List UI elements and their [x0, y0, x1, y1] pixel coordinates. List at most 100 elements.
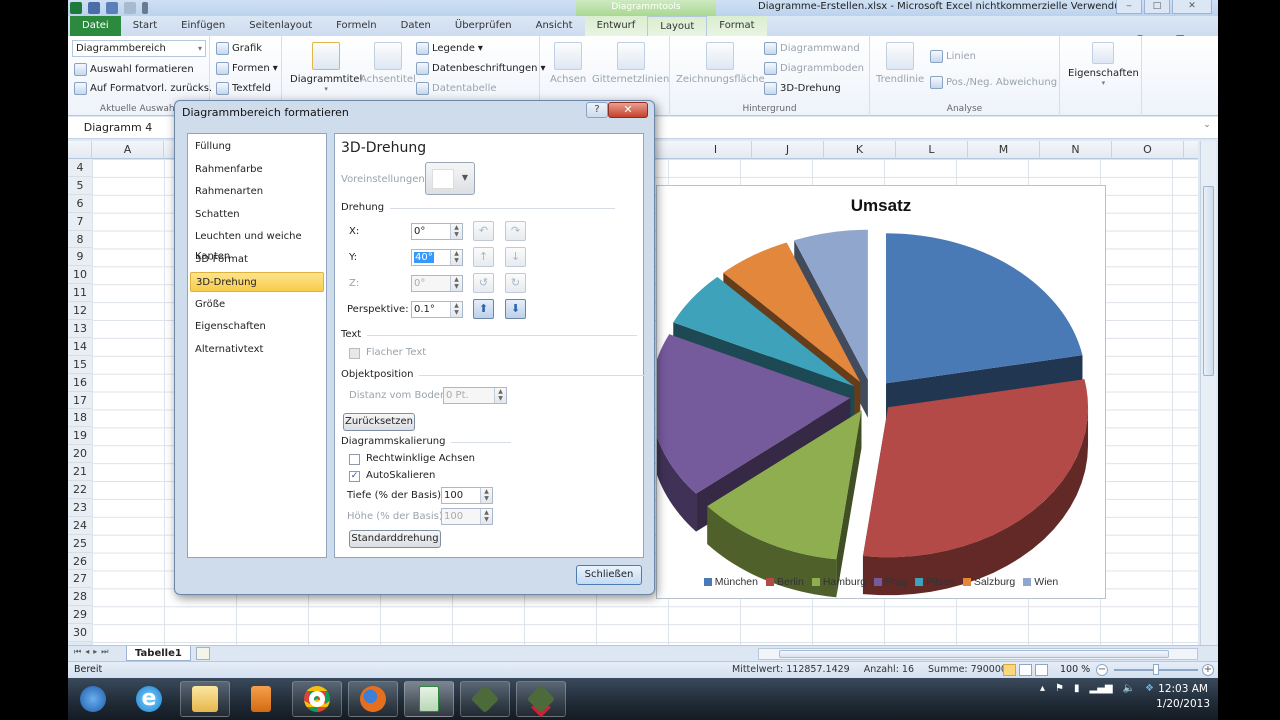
close-window-button[interactable]: ✕: [1172, 0, 1212, 14]
x-rotation-input[interactable]: 0° ▲ ▼: [411, 223, 463, 240]
nav-size[interactable]: Größe: [190, 295, 324, 315]
row-header[interactable]: 19: [68, 427, 92, 446]
dialog-schliessen-button[interactable]: Schließen: [576, 565, 642, 585]
widen-perspective-icon[interactable]: ⬇: [505, 299, 526, 319]
row-header[interactable]: 30: [68, 624, 92, 643]
row-header[interactable]: 12: [68, 302, 92, 321]
row-header[interactable]: 6: [68, 194, 92, 213]
zoom-out-button[interactable]: −: [1096, 664, 1108, 676]
column-header[interactable]: M: [968, 141, 1040, 159]
scrollbar-thumb[interactable]: [779, 650, 1169, 658]
column-header[interactable]: O: [1112, 141, 1184, 159]
chart-wall-button[interactable]: Diagrammwand: [764, 42, 860, 55]
show-hidden-icons[interactable]: ▴: [1040, 683, 1045, 694]
rotate-up-icon[interactable]: ↑: [473, 247, 494, 267]
nav-fill[interactable]: Füllung: [190, 137, 324, 157]
row-header[interactable]: 7: [68, 212, 92, 231]
new-sheet-icon[interactable]: [196, 647, 210, 660]
column-header[interactable]: N: [1040, 141, 1112, 159]
rotate-left-icon[interactable]: ↶: [473, 221, 494, 241]
zoom-slider[interactable]: [1114, 664, 1198, 675]
taskbar-firefox[interactable]: [348, 681, 398, 717]
data-labels-button[interactable]: Datenbeschriftungen ▾: [416, 62, 546, 75]
page-layout-view-button[interactable]: [1019, 664, 1032, 676]
tab-formeln[interactable]: Formeln: [324, 16, 388, 36]
row-header[interactable]: 20: [68, 445, 92, 464]
presets-dropdown[interactable]: ▼: [425, 162, 475, 195]
dialog-help-button[interactable]: ?: [586, 102, 608, 118]
row-header[interactable]: 18: [68, 409, 92, 428]
spin-buttons[interactable]: ▲ ▼: [450, 250, 462, 265]
taskbar-clock[interactable]: 12:03 AM 1/20/2013: [1156, 682, 1210, 712]
legend-entry[interactable]: Prag: [874, 576, 907, 588]
maximize-button[interactable]: □: [1144, 0, 1170, 14]
row-header[interactable]: 29: [68, 606, 92, 625]
distance-input[interactable]: 0 Pt. ▲ ▼: [443, 387, 507, 404]
tab-ueberpruefen[interactable]: Überprüfen: [443, 16, 524, 36]
rotate-ccw-icon[interactable]: ↺: [473, 273, 494, 293]
z-rotation-input[interactable]: 0° ▲ ▼: [411, 275, 463, 292]
tab-entwurf[interactable]: Entwurf: [584, 16, 648, 36]
narrow-perspective-icon[interactable]: ⬆: [473, 299, 494, 319]
select-all-corner[interactable]: [68, 141, 92, 159]
format-selection-button[interactable]: Auswahl formatieren: [74, 63, 194, 76]
column-header[interactable]: L: [896, 141, 968, 159]
row-header[interactable]: 5: [68, 176, 92, 195]
trendline-button[interactable]: Trendlinie: [876, 42, 924, 85]
nav-border-color[interactable]: Rahmenfarbe: [190, 160, 324, 180]
gridlines-button[interactable]: Gitternetzlinien: [592, 42, 669, 85]
autoscale-checkbox[interactable]: ✓: [349, 471, 360, 482]
undo-icon[interactable]: [106, 2, 118, 14]
insert-textbox-button[interactable]: Textfeld: [216, 82, 271, 95]
row-header[interactable]: 4: [68, 159, 92, 177]
reset-button[interactable]: Zurücksetzen: [343, 413, 415, 431]
legend-button[interactable]: Legende ▾: [416, 42, 483, 55]
tab-start[interactable]: Start: [121, 16, 169, 36]
data-table-button[interactable]: Datentabelle: [416, 82, 497, 95]
legend-entry[interactable]: Berlin: [765, 576, 804, 588]
reset-style-button[interactable]: Auf Formatvorl. zurücks.: [74, 82, 212, 95]
nav-properties[interactable]: Eigenschaften: [190, 317, 324, 337]
taskbar-file-explorer[interactable]: [180, 681, 230, 717]
row-header[interactable]: 25: [68, 534, 92, 553]
row-header[interactable]: 23: [68, 498, 92, 517]
tab-seitenlayout[interactable]: Seitenlayout: [237, 16, 324, 36]
axis-titles-button[interactable]: Achsentitel: [360, 42, 416, 85]
rotate-right-icon[interactable]: ↷: [505, 221, 526, 241]
spin-buttons[interactable]: ▲ ▼: [450, 302, 462, 317]
redo-icon[interactable]: [124, 2, 136, 14]
chart-element-dropdown[interactable]: Diagrammbereich ▾: [72, 40, 206, 57]
row-header[interactable]: 27: [68, 570, 92, 589]
start-button[interactable]: [68, 681, 118, 717]
y-rotation-input[interactable]: 40° ▲ ▼: [411, 249, 463, 266]
nav-glow-soft-edges[interactable]: Leuchten und weiche Kanten: [190, 227, 324, 262]
zoom-slider-knob[interactable]: [1153, 664, 1159, 675]
minimize-button[interactable]: ‒: [1116, 0, 1142, 14]
dialog-close-button[interactable]: ✕: [608, 102, 648, 118]
row-header[interactable]: 22: [68, 481, 92, 499]
perspective-input[interactable]: 0.1° ▲ ▼: [411, 301, 463, 318]
3d-rotation-button[interactable]: 3D-Drehung: [764, 82, 841, 95]
legend-entry[interactable]: Pilsen: [915, 576, 955, 588]
insert-picture-button[interactable]: Grafik: [216, 42, 262, 55]
expand-formula-icon[interactable]: ⌄: [1200, 120, 1214, 136]
taskbar-app-2[interactable]: [516, 681, 566, 717]
sheet-tab-tabelle1[interactable]: Tabelle1: [126, 646, 191, 661]
horizontal-scrollbar[interactable]: [758, 648, 1198, 660]
flat-text-checkbox[interactable]: [349, 348, 360, 359]
insert-shapes-button[interactable]: Formen ▾: [216, 62, 278, 75]
row-header[interactable]: 15: [68, 355, 92, 374]
axes-button[interactable]: Achsen: [550, 42, 586, 85]
customize-qat-icon[interactable]: [142, 2, 148, 14]
nav-3d-rotation[interactable]: 3D-Drehung: [190, 272, 324, 292]
row-header[interactable]: 9: [68, 248, 92, 267]
tab-format[interactable]: Format: [707, 16, 767, 36]
rotate-cw-icon[interactable]: ↻: [505, 273, 526, 293]
height-input[interactable]: 100 ▲ ▼: [441, 508, 493, 525]
legend-entry[interactable]: Salzburg: [962, 576, 1015, 588]
rotate-down-icon[interactable]: ↓: [505, 247, 526, 267]
default-rotation-button[interactable]: Standarddrehung: [349, 530, 441, 548]
scrollbar-thumb[interactable]: [1203, 186, 1214, 376]
tab-einfuegen[interactable]: Einfügen: [169, 16, 237, 36]
nav-border-styles[interactable]: Rahmenarten: [190, 182, 324, 202]
